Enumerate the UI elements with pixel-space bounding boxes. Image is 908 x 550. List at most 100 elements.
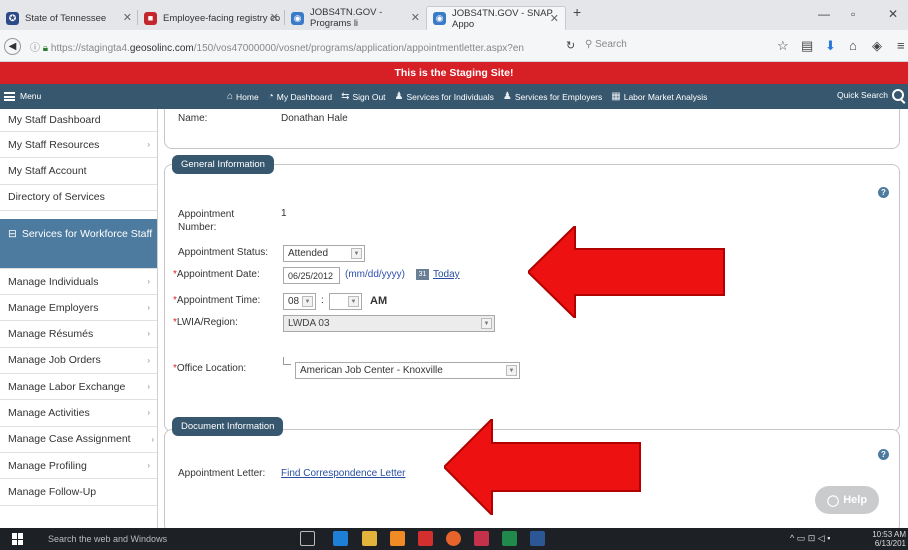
sidebar-item-manage-follow-up[interactable]: Manage Follow-Up bbox=[0, 479, 157, 506]
sidebar: My Staff Dashboard My Staff Resources › M… bbox=[0, 109, 158, 528]
sidebar-item-manage-resumes[interactable]: Manage Résumés › bbox=[0, 321, 157, 348]
sidebar-item-manage-job-orders[interactable]: Manage Job Orders › bbox=[0, 348, 157, 375]
reading-list-icon[interactable]: ▤ bbox=[801, 38, 813, 54]
restore-icon[interactable]: ▫ bbox=[851, 7, 855, 21]
nav-home[interactable]: ⌂ Home bbox=[227, 91, 259, 102]
screen: ✪ State of Tennessee ✕ ■ Employee-facing… bbox=[0, 0, 908, 550]
nav-labor-market[interactable]: ▦ Labor Market Analysis bbox=[611, 91, 707, 102]
sidebar-item-my-staff-resources[interactable]: My Staff Resources › bbox=[0, 132, 157, 159]
nav-label: Labor Market Analysis bbox=[623, 91, 708, 102]
help-icon[interactable]: ? bbox=[878, 449, 889, 460]
address-bar[interactable]: ⓘ 🔒︎ https://stagingta4.geosolinc.com/15… bbox=[30, 39, 524, 54]
general-information-legend: General Information bbox=[172, 155, 274, 174]
browser-navigation-bar: ◀ ⓘ 🔒︎ https://stagingta4.geosolinc.com/… bbox=[0, 30, 908, 62]
sidebar-item-label: My Staff Dashboard bbox=[8, 114, 101, 126]
office-location-value: American Job Center - Knoxville bbox=[300, 365, 443, 376]
file-explorer-icon[interactable] bbox=[362, 531, 377, 546]
sidebar-item-my-staff-dashboard[interactable]: My Staff Dashboard bbox=[0, 109, 157, 132]
system-tray-icons[interactable]: ^ ▭ ⊡ ◁ ▪ bbox=[790, 533, 830, 544]
lwia-region-select[interactable]: LWDA 03 ▼ bbox=[283, 315, 495, 332]
firefox-icon[interactable] bbox=[446, 531, 461, 546]
hour-select[interactable]: 08 ▼ bbox=[283, 293, 316, 310]
sidebar-item-directory-of-services[interactable]: Directory of Services bbox=[0, 185, 157, 211]
nav-services-individuals[interactable]: ♟ Services for Individuals bbox=[395, 91, 494, 102]
time-colon: : bbox=[321, 295, 324, 306]
home-icon[interactable]: ⌂ bbox=[849, 38, 857, 53]
appointment-time-label: *Appointment Time: bbox=[173, 295, 261, 306]
appointment-date-input[interactable]: 06/25/2012 bbox=[283, 267, 340, 284]
taskbar-search[interactable]: Search the web and Windows bbox=[48, 534, 167, 544]
nav-label: My Dashboard bbox=[276, 91, 333, 102]
edge-browser-icon[interactable] bbox=[333, 531, 348, 546]
nav-services-employers[interactable]: ♟ Services for Employers bbox=[503, 91, 602, 102]
sidebar-item-manage-case-assignment[interactable]: Manage Case Assignment › bbox=[0, 427, 157, 453]
today-link[interactable]: Today bbox=[433, 269, 460, 280]
back-arrow-icon[interactable]: ◀ bbox=[4, 38, 21, 55]
minute-select[interactable]: ▼ bbox=[329, 293, 362, 310]
staging-banner: This is the Staging Site! bbox=[0, 62, 908, 84]
appointment-status-value: Attended bbox=[288, 248, 329, 259]
tree-connector-icon bbox=[283, 357, 291, 365]
tab-jobs4tn-programs[interactable]: ◉ JOBS4TN.GOV - Programs li ✕ bbox=[285, 6, 426, 30]
hamburger-icon bbox=[4, 91, 15, 101]
dashboard-icon: ◔ bbox=[267, 91, 274, 102]
close-tab-icon[interactable]: ✕ bbox=[550, 12, 559, 25]
tab-jobs4tn-snap-active[interactable]: ◉ JOBS4TN.GOV - SNAP Appo ✕ bbox=[426, 6, 566, 30]
red-arrow-annotation bbox=[528, 226, 725, 318]
word-icon[interactable] bbox=[530, 531, 545, 546]
chevron-down-icon: ▼ bbox=[481, 318, 492, 329]
pocket-icon[interactable]: ◈ bbox=[872, 38, 882, 54]
am-pm-indicator: AM bbox=[370, 295, 388, 307]
jobs4tn-favicon-icon: ◉ bbox=[433, 12, 446, 25]
home-icon: ⌂ bbox=[227, 91, 234, 102]
window-close-icon[interactable]: ✕ bbox=[888, 7, 898, 21]
close-tab-icon[interactable]: ✕ bbox=[270, 11, 279, 24]
nav-sign-out[interactable]: ⇆ Sign Out bbox=[341, 91, 385, 102]
hamburger-menu-icon[interactable]: ≡ bbox=[897, 38, 905, 53]
sign-out-icon: ⇆ bbox=[341, 91, 350, 102]
nav-my-dashboard[interactable]: ◔ My Dashboard bbox=[268, 91, 332, 102]
powerpoint-icon[interactable] bbox=[474, 531, 489, 546]
registry-favicon-icon: ■ bbox=[144, 11, 157, 25]
app-icon[interactable] bbox=[390, 531, 405, 546]
bookmark-star-icon[interactable]: ☆ bbox=[777, 38, 789, 54]
taskbar-clock[interactable]: 10:53 AM 6/13/201 bbox=[872, 530, 906, 548]
office-location-select[interactable]: American Job Center - Knoxville ▼ bbox=[295, 362, 520, 379]
browser-search-box[interactable]: ⚲ Search bbox=[585, 39, 627, 50]
new-tab-icon[interactable]: + bbox=[573, 4, 581, 20]
download-icon[interactable]: ⬇ bbox=[825, 38, 836, 54]
sidebar-item-manage-individuals[interactable]: Manage Individuals › bbox=[0, 269, 157, 296]
reload-icon[interactable]: ↻ bbox=[566, 39, 575, 52]
close-tab-icon[interactable]: ✕ bbox=[123, 11, 132, 24]
excel-icon[interactable] bbox=[502, 531, 517, 546]
acrobat-icon[interactable] bbox=[418, 531, 433, 546]
quick-search[interactable]: Quick Search bbox=[837, 89, 904, 101]
sidebar-section-workforce-staff[interactable]: ⊟ Services for Workforce Staff bbox=[0, 218, 157, 269]
sidebar-item-label: My Staff Resources bbox=[8, 138, 100, 151]
minimize-icon[interactable]: — bbox=[818, 7, 830, 21]
close-tab-icon[interactable]: ✕ bbox=[411, 11, 420, 24]
find-correspondence-letter-link[interactable]: Find Correspondence Letter bbox=[281, 468, 406, 479]
appointment-status-select[interactable]: Attended ▼ bbox=[283, 245, 365, 262]
menu-toggle[interactable]: Menu bbox=[4, 91, 41, 101]
sidebar-item-my-staff-account[interactable]: My Staff Account bbox=[0, 158, 157, 185]
name-card: Name: Donathan Hale bbox=[164, 109, 900, 149]
sidebar-item-label: Directory of Services bbox=[8, 191, 105, 204]
sidebar-item-manage-activities[interactable]: Manage Activities › bbox=[0, 400, 157, 427]
chevron-down-icon: ▼ bbox=[351, 248, 362, 259]
sidebar-item-manage-labor-exchange[interactable]: Manage Labor Exchange › bbox=[0, 374, 157, 401]
sidebar-item-manage-profiling[interactable]: Manage Profiling › bbox=[0, 453, 157, 480]
help-button[interactable]: ◯ Help bbox=[815, 486, 879, 514]
person-icon: ♟ bbox=[394, 91, 404, 102]
windows-start-icon[interactable] bbox=[12, 533, 24, 545]
calendar-icon[interactable]: 31 bbox=[416, 269, 429, 280]
tab-employee-registry[interactable]: ■ Employee-facing registry co ✕ bbox=[138, 6, 285, 30]
task-view-icon[interactable] bbox=[300, 531, 315, 546]
windows-taskbar: Search the web and Windows ^ ▭ ⊡ ◁ ▪ 10:… bbox=[0, 528, 908, 550]
tab-state-of-tennessee[interactable]: ✪ State of Tennessee ✕ bbox=[0, 6, 138, 30]
nav-label: Services for Individuals bbox=[406, 91, 494, 102]
tab-title: JOBS4TN.GOV - Programs li bbox=[310, 7, 383, 29]
sidebar-item-manage-employers[interactable]: Manage Employers › bbox=[0, 295, 157, 322]
clock-time: 10:53 AM bbox=[872, 530, 906, 539]
help-icon[interactable]: ? bbox=[878, 187, 889, 198]
